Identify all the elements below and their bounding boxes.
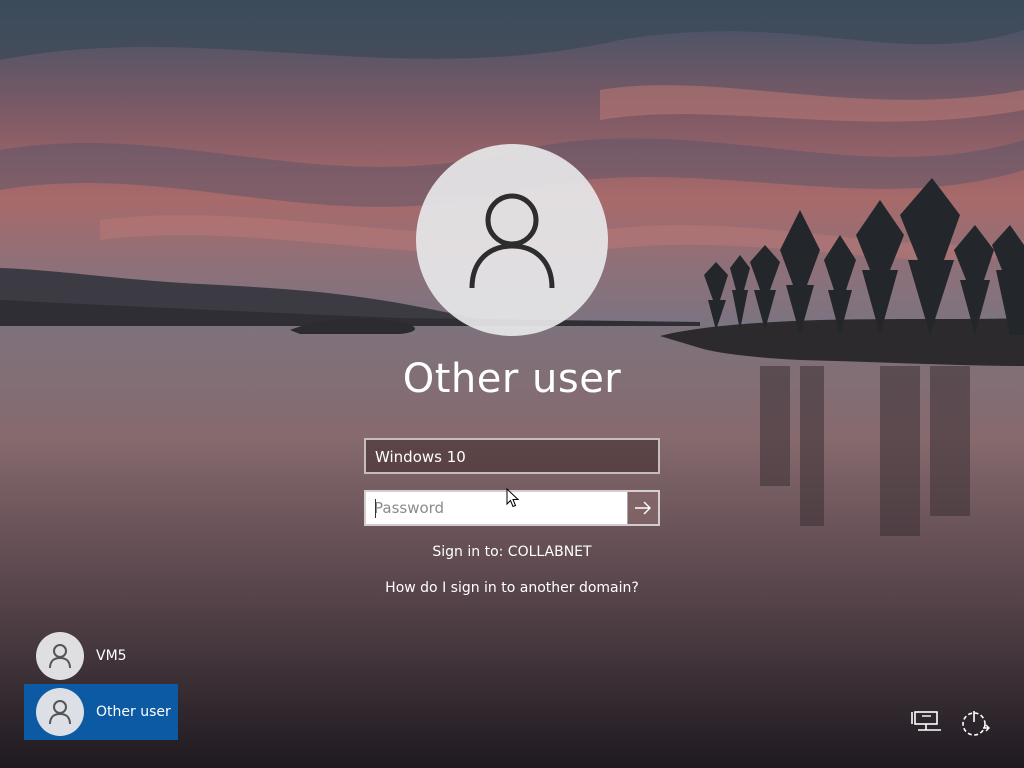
user-silhouette-icon xyxy=(469,193,555,289)
user-tile-other-user[interactable]: Other user xyxy=(24,684,178,740)
other-domain-help-link[interactable]: How do I sign in to another domain? xyxy=(312,580,712,596)
user-tile-vm5[interactable]: VM5 xyxy=(24,628,178,684)
network-icon xyxy=(911,711,941,731)
power-icon xyxy=(962,711,990,736)
user-list: VM5 Other user xyxy=(24,628,178,740)
mouse-pointer-icon xyxy=(506,488,520,508)
text-caret xyxy=(375,499,376,518)
user-silhouette-icon xyxy=(49,644,71,669)
username-field[interactable]: Windows 10 xyxy=(364,438,660,474)
user-avatar-small xyxy=(36,632,84,680)
power-button[interactable] xyxy=(958,706,992,740)
page-title: Other user xyxy=(402,356,622,402)
user-avatar xyxy=(416,144,608,336)
network-button[interactable] xyxy=(910,706,944,740)
user-tile-label: Other user xyxy=(96,704,171,720)
arrow-right-icon xyxy=(635,501,651,515)
password-input[interactable] xyxy=(366,492,627,524)
lock-screen: Other user Windows 10 Sign in to: COLLAB… xyxy=(0,0,1024,768)
sign-in-domain-text: Sign in to: COLLABNET xyxy=(432,544,592,560)
user-silhouette-icon xyxy=(49,700,71,725)
user-avatar-small xyxy=(36,688,84,736)
user-tile-label: VM5 xyxy=(96,648,127,664)
submit-button[interactable] xyxy=(627,492,658,524)
